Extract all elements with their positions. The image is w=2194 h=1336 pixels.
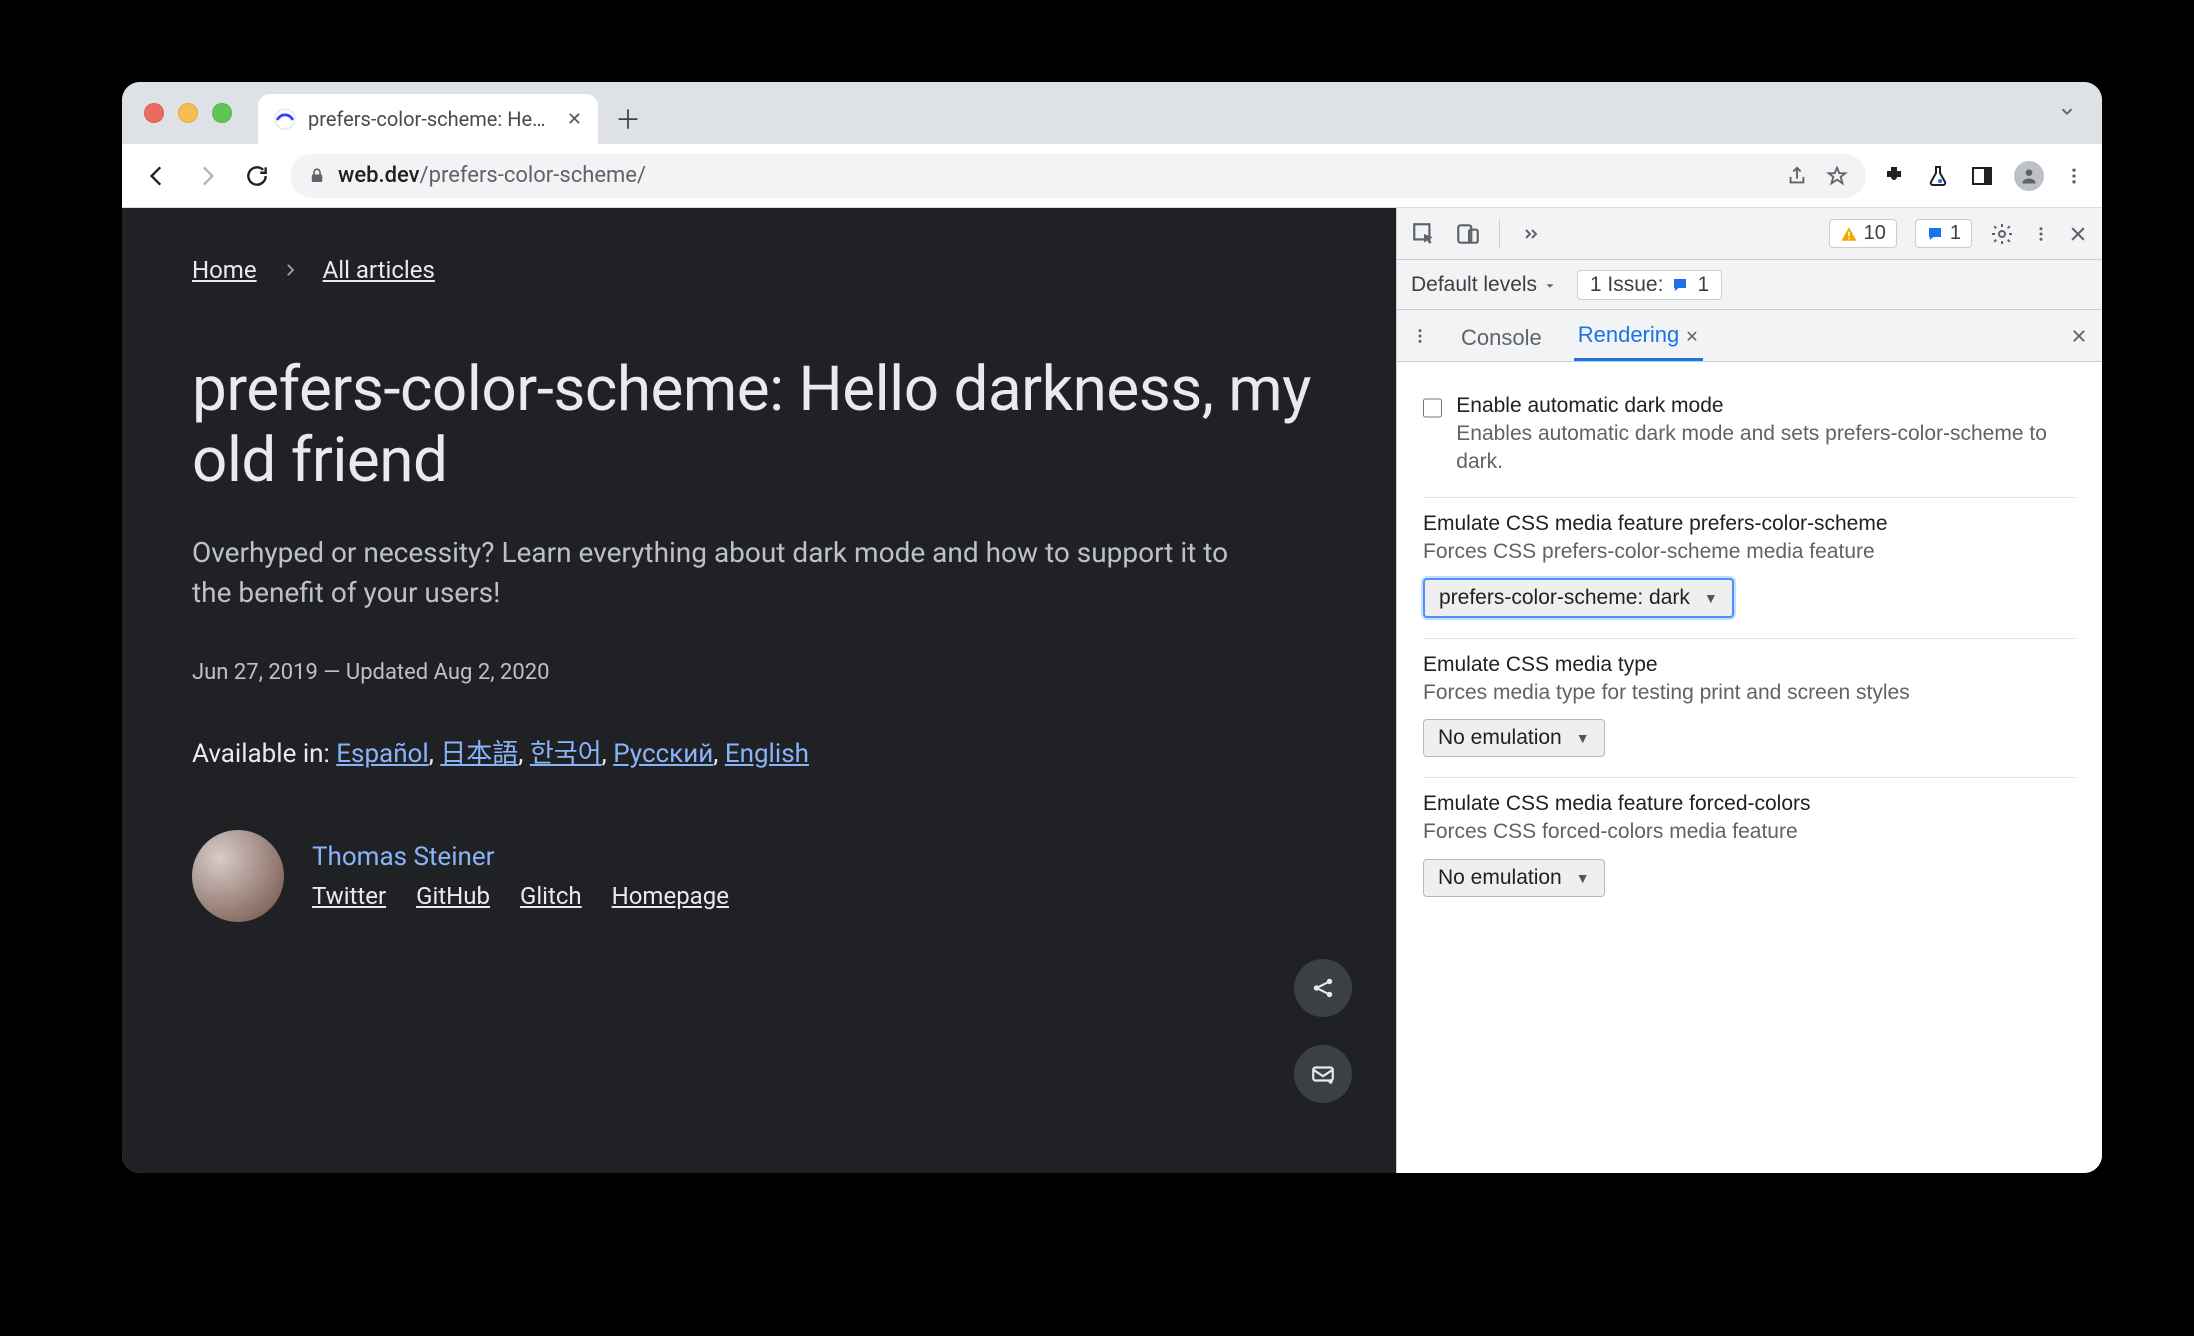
lang-link[interactable]: 日本語 [440,739,518,769]
article-dateline: Jun 27, 2019 — Updated Aug 2, 2020 [192,660,1326,685]
subscribe-button[interactable] [1294,1045,1352,1103]
drawer-kebab-icon[interactable] [1411,324,1429,348]
tab-strip: prefers-color-scheme: Hello da ✕ ＋ [122,82,2102,144]
mediatype-select[interactable]: No emulation ▼ [1423,719,1605,757]
pcs-select[interactable]: prefers-color-scheme: dark ▼ [1423,578,1734,618]
option-desc: Forces CSS prefers-color-scheme media fe… [1423,538,2076,566]
author-link-twitter[interactable]: Twitter [312,882,386,910]
extensions-icon[interactable] [1882,164,1906,188]
drawer-tab-console[interactable]: Console [1457,315,1546,361]
address-bar[interactable]: web.dev/prefers-color-scheme/ [290,154,1866,198]
messages-count: 1 [1950,222,1961,245]
author-name[interactable]: Thomas Steiner [312,842,729,872]
breadcrumb-home[interactable]: Home [192,256,257,284]
more-tabs-icon[interactable] [1518,222,1542,246]
browser-window: prefers-color-scheme: Hello da ✕ ＋ [122,82,2102,1173]
profile-avatar-button[interactable] [2014,161,2044,191]
tab-title: prefers-color-scheme: Hello da [308,107,548,131]
warning-icon [1840,225,1858,243]
option-title: Emulate CSS media type [1423,653,2076,677]
lang-link[interactable]: 한국어 [530,739,602,769]
side-panel-icon[interactable] [1970,164,1994,188]
browser-toolbar: web.dev/prefers-color-scheme/ [122,144,2102,208]
chevron-down-icon: ▼ [1704,590,1718,606]
tab-list-button[interactable] [2056,100,2078,122]
rendering-option-mediatype: Emulate CSS media type Forces media type… [1423,639,2076,778]
message-icon [1926,225,1944,243]
rendering-panel: Enable automatic dark mode Enables autom… [1397,362,2102,1173]
window-close-button[interactable] [144,103,164,123]
share-icon[interactable] [1786,165,1808,187]
available-in: Available in: Español, 日本語, 한국어, Русский… [192,733,1326,770]
article-lede: Overhyped or necessity? Learn everything… [192,533,1242,614]
window-minimize-button[interactable] [178,103,198,123]
devtools-kebab-icon[interactable] [2032,222,2050,246]
breadcrumb-all-articles[interactable]: All articles [323,256,435,284]
article-title: prefers-color-scheme: Hello darkness, my… [192,354,1326,497]
device-toggle-icon[interactable] [1455,221,1481,247]
tab-close-button[interactable]: ✕ [567,109,582,130]
darkmode-checkbox[interactable] [1423,398,1442,418]
page-content: Home All articles prefers-color-scheme: … [122,208,1396,1173]
message-icon [1671,276,1689,294]
devtools-main-toolbar: 10 1 [1397,208,2102,260]
author-link-homepage[interactable]: Homepage [612,882,729,910]
log-levels-dropdown[interactable]: Default levels [1411,273,1557,297]
devtools-settings-icon[interactable] [1990,222,2014,246]
rendering-option-pcs: Emulate CSS media feature prefers-color-… [1423,498,2076,639]
lang-link[interactable]: Русский [613,739,713,769]
warnings-pill[interactable]: 10 [1829,219,1897,248]
issues-button[interactable]: 1 Issue: 1 [1577,270,1722,300]
window-zoom-button[interactable] [212,103,232,123]
new-tab-button[interactable]: ＋ [608,98,648,138]
lang-link[interactable]: English [725,739,809,769]
kebab-menu-icon[interactable] [2064,164,2084,188]
devtools-console-subbar: Default levels 1 Issue: 1 [1397,260,2102,310]
devtools-drawer-tabs: Console Rendering✕ [1397,310,2102,362]
messages-pill[interactable]: 1 [1915,219,1972,248]
browser-tab[interactable]: prefers-color-scheme: Hello da ✕ [258,94,598,144]
rendering-option-forced-colors: Emulate CSS media feature forced-colors … [1423,778,2076,916]
reload-button[interactable] [240,159,274,193]
tab-favicon-icon [274,108,296,130]
author-link-github[interactable]: GitHub [416,882,490,910]
labs-flask-icon[interactable] [1926,164,1950,188]
back-button[interactable] [140,159,174,193]
inspect-element-icon[interactable] [1411,221,1437,247]
warnings-count: 10 [1864,222,1886,245]
option-desc: Forces CSS forced-colors media feature [1423,818,2076,846]
option-title: Emulate CSS media feature prefers-color-… [1423,512,2076,536]
devtools-panel: 10 1 [1396,208,2102,1173]
share-button[interactable] [1294,959,1352,1017]
author-avatar [192,830,284,922]
author-link-glitch[interactable]: Glitch [520,882,582,910]
chevron-down-icon: ▼ [1576,870,1590,886]
close-icon[interactable]: ✕ [1685,329,1698,346]
drawer-close-icon[interactable] [2070,327,2088,345]
author-block: Thomas Steiner Twitter GitHub Glitch Hom… [192,830,1326,922]
devtools-close-icon[interactable] [2068,224,2088,244]
drawer-tab-rendering[interactable]: Rendering✕ [1574,312,1703,361]
site-lock-icon[interactable] [308,167,326,185]
available-in-label: Available in: [192,739,336,769]
breadcrumb: Home All articles [192,256,1326,284]
rendering-option-darkmode: Enable automatic dark mode Enables autom… [1423,380,2076,498]
option-title: Emulate CSS media feature forced-colors [1423,792,2076,816]
url-text: web.dev/prefers-color-scheme/ [338,163,646,188]
chevron-down-icon: ▼ [1576,730,1590,746]
window-controls [144,103,232,123]
option-title: Enable automatic dark mode [1456,394,2076,418]
option-desc: Enables automatic dark mode and sets pre… [1456,420,2076,477]
forward-button[interactable] [190,159,224,193]
bookmark-star-icon[interactable] [1826,165,1848,187]
lang-link[interactable]: Español [336,739,428,769]
option-desc: Forces media type for testing print and … [1423,679,2076,707]
forced-colors-select[interactable]: No emulation ▼ [1423,859,1605,897]
chevron-right-icon [281,261,299,279]
